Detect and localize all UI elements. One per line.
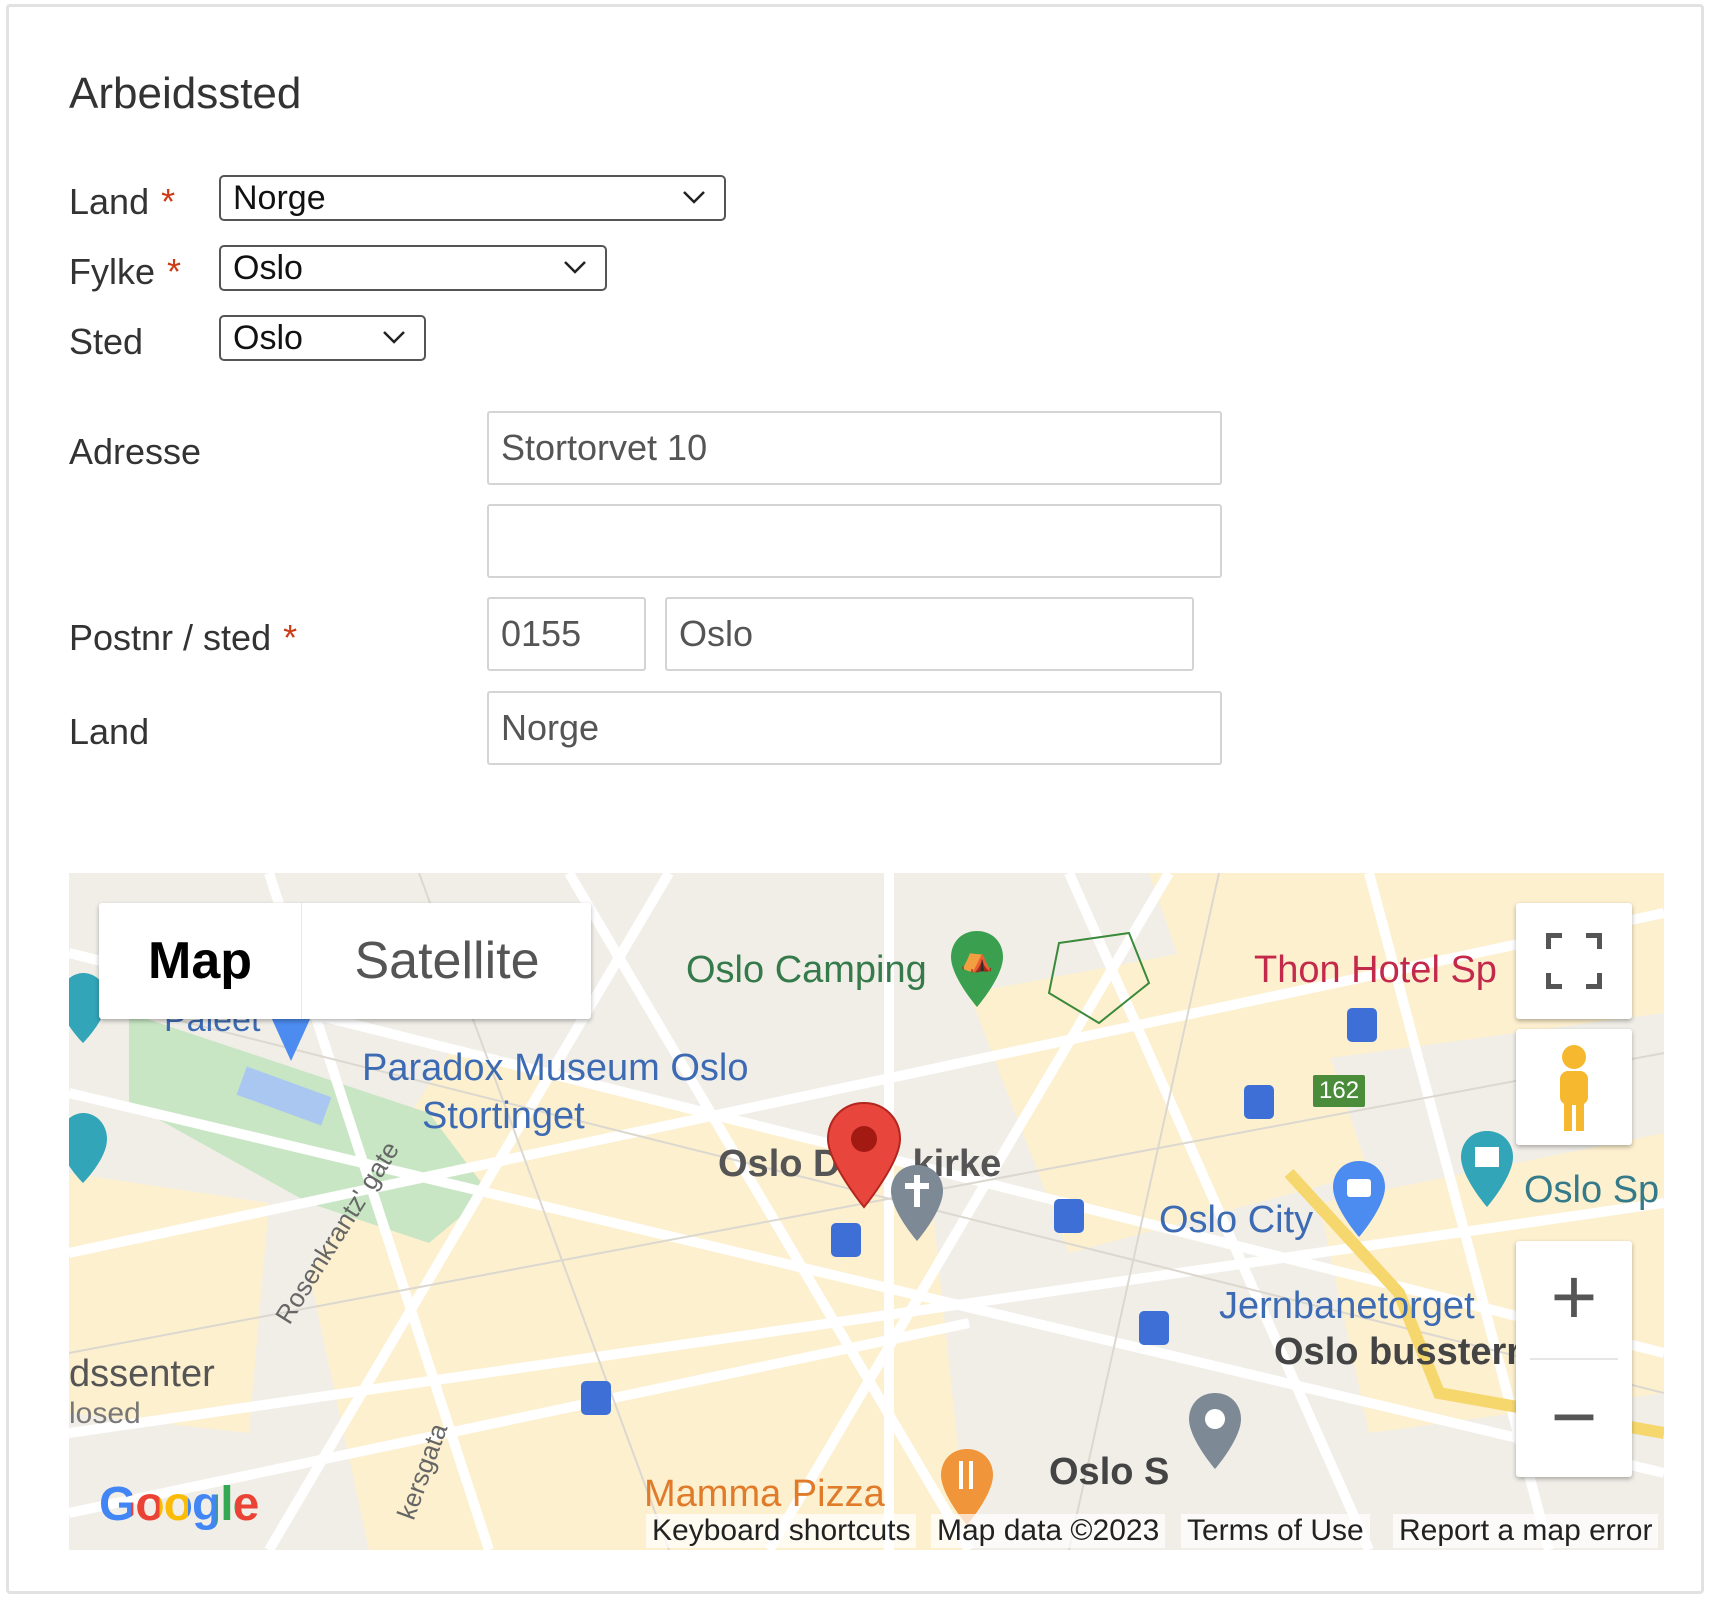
- shopping-bag-poi-icon[interactable]: [267, 1013, 315, 1063]
- work-location-panel: Arbeidssted Land * Norge Fylke * Oslo Sted…: [6, 4, 1704, 1594]
- map-type-satellite-button[interactable]: Satellite: [301, 903, 592, 1019]
- country-select-value: Norge: [233, 179, 326, 217]
- tram-icon[interactable]: [581, 1381, 611, 1415]
- map-type-map-button[interactable]: Map: [99, 903, 301, 1019]
- zoom-control: + −: [1516, 1241, 1632, 1477]
- map-label-oslo-sp[interactable]: Oslo Sp: [1524, 1169, 1659, 1212]
- pegman-icon: [1560, 1045, 1588, 1131]
- county-label-text: Fylke: [69, 251, 156, 292]
- country-input[interactable]: Norge: [487, 691, 1222, 765]
- svg-text:⛺: ⛺: [961, 944, 993, 974]
- map-label-oslo-bussterminal[interactable]: Oslo bussterr: [1274, 1331, 1521, 1374]
- map-label-mamma-pizza[interactable]: Mamma Pizza: [644, 1473, 885, 1516]
- chevron-down-icon: [683, 191, 705, 204]
- fullscreen-button[interactable]: [1516, 903, 1632, 1019]
- terms-of-use-link[interactable]: Terms of Use: [1181, 1514, 1370, 1548]
- tram-icon[interactable]: [1347, 1008, 1377, 1042]
- chevron-down-icon: [564, 261, 586, 274]
- map-label-paradox-museum[interactable]: Paradox Museum Oslo: [362, 1047, 749, 1090]
- tram-icon[interactable]: [1054, 1199, 1084, 1233]
- postal-label-text: Postnr / sted: [69, 617, 272, 658]
- address-line2-input[interactable]: [487, 504, 1222, 578]
- map-label-oslo-s[interactable]: Oslo S: [1049, 1451, 1169, 1494]
- bus-route-badge: 162: [1313, 1075, 1366, 1107]
- map-label-kjopesenter[interactable]: dssenter: [69, 1353, 215, 1396]
- map-label-oslo-camping[interactable]: Oslo Camping: [686, 949, 927, 992]
- place-select-label: Sted: [69, 321, 144, 362]
- country-label-text: Land: [69, 181, 150, 222]
- postal-label: Postnr / sted *: [69, 617, 297, 659]
- map-label-thon-hotel[interactable]: Thon Hotel Sp: [1254, 949, 1497, 992]
- chevron-down-icon: [383, 331, 405, 344]
- postal-place-input[interactable]: Oslo: [665, 597, 1194, 671]
- required-marker: *: [283, 617, 298, 658]
- google-map[interactable]: Oslo Camping Thon Hotel Sp Paleet Parado…: [69, 873, 1664, 1550]
- google-logo[interactable]: Google: [99, 1477, 259, 1532]
- postal-code-input[interactable]: 0155: [487, 597, 646, 671]
- fullscreen-icon: [1546, 933, 1602, 989]
- google-logo-text: Google: [99, 1478, 259, 1531]
- zoom-divider: [1530, 1358, 1618, 1360]
- map-label-closed: losed: [69, 1397, 141, 1430]
- required-marker: *: [161, 181, 176, 222]
- country-select-label: Land *: [69, 181, 175, 223]
- station-poi-icon[interactable]: [1187, 1391, 1243, 1471]
- map-data-attribution: Map data ©2023: [931, 1514, 1166, 1548]
- report-map-error-link[interactable]: Report a map error: [1393, 1514, 1659, 1548]
- place-select[interactable]: Oslo: [219, 315, 426, 361]
- map-label-oslo-city[interactable]: Oslo City: [1159, 1199, 1313, 1242]
- landmark-poi-icon[interactable]: [1459, 1129, 1515, 1209]
- required-marker: *: [167, 251, 182, 292]
- map-label-domkirke-part1: Oslo D: [718, 1143, 841, 1185]
- keyboard-shortcuts-link[interactable]: Keyboard shortcuts: [646, 1514, 917, 1548]
- country-field-label: Land: [69, 711, 150, 752]
- map-label-stortinget[interactable]: Stortinget: [422, 1095, 585, 1138]
- location-marker-icon[interactable]: [826, 1101, 902, 1209]
- map-type-control: Map Satellite: [99, 903, 591, 1019]
- zoom-out-button[interactable]: −: [1516, 1361, 1632, 1477]
- street-view-pegman-button[interactable]: [1516, 1029, 1632, 1145]
- tram-icon[interactable]: [1244, 1085, 1274, 1119]
- museum-poi-icon[interactable]: [69, 1111, 109, 1185]
- tram-icon[interactable]: [831, 1223, 861, 1257]
- place-select-value: Oslo: [233, 319, 303, 357]
- address-label: Adresse: [69, 431, 202, 472]
- address-line1-input[interactable]: Stortorvet 10: [487, 411, 1222, 485]
- country-select[interactable]: Norge: [219, 175, 726, 221]
- tram-icon[interactable]: [1139, 1311, 1169, 1345]
- section-title: Arbeidssted: [69, 69, 302, 118]
- camping-poi-icon[interactable]: ⛺: [949, 929, 1005, 1009]
- shopping-poi-icon[interactable]: [1331, 1159, 1387, 1239]
- county-select-value: Oslo: [233, 249, 303, 287]
- map-label-jernbanetorget[interactable]: Jernbanetorget: [1219, 1285, 1475, 1328]
- zoom-in-button[interactable]: +: [1516, 1241, 1632, 1357]
- county-select[interactable]: Oslo: [219, 245, 607, 291]
- county-select-label: Fylke *: [69, 251, 181, 293]
